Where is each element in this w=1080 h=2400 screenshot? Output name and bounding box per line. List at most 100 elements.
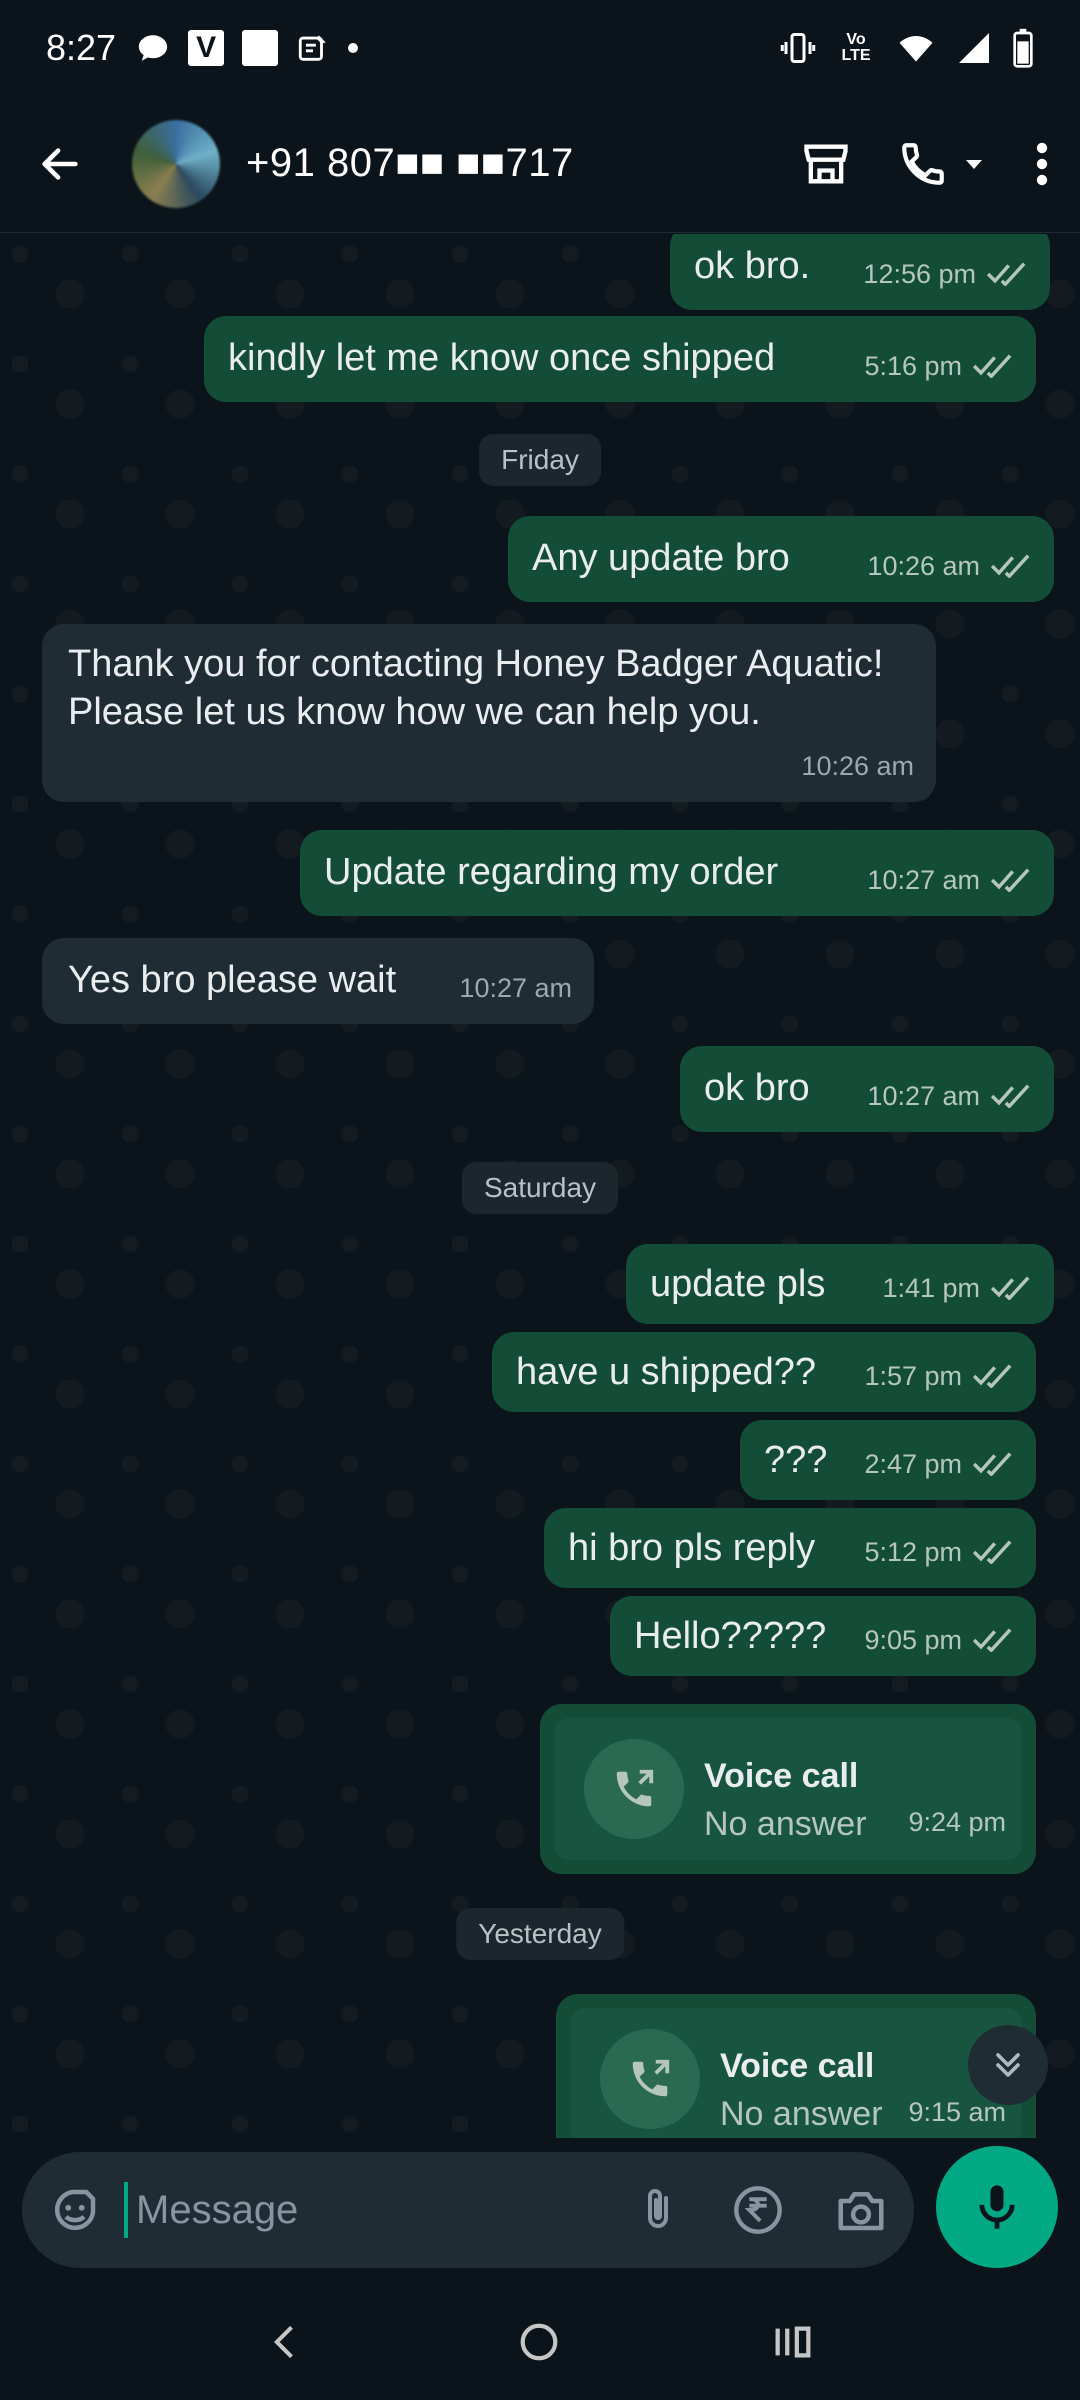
chat-notification-icon xyxy=(138,34,168,61)
message-bubble-outgoing[interactable]: Any update bro 10:26 am xyxy=(508,516,1054,602)
message-time: 10:27 am xyxy=(867,1081,980,1111)
message-time: 10:27 am xyxy=(459,973,572,1003)
message-text: update pls xyxy=(650,1263,826,1305)
message-text: ok bro xyxy=(704,1067,810,1109)
message-text: have u shipped?? xyxy=(516,1351,817,1393)
call-status: No answer xyxy=(704,1805,867,1843)
contact-avatar[interactable] xyxy=(132,119,220,208)
missed-outgoing-call-icon xyxy=(600,2029,700,2129)
header-actions xyxy=(800,138,1052,190)
nav-back-icon[interactable] xyxy=(264,2320,308,2364)
date-divider: Saturday xyxy=(461,1162,619,1214)
message-bubble-outgoing[interactable]: ok bro 10:27 am xyxy=(680,1046,1054,1132)
read-ticks-icon xyxy=(972,1452,1012,1476)
message-bubble-incoming[interactable]: Yes bro please wait 10:27 am xyxy=(42,938,594,1024)
nav-home-icon[interactable] xyxy=(516,2319,562,2365)
dropdown-caret-icon xyxy=(966,159,982,169)
message-time: 5:12 pm xyxy=(864,1537,962,1567)
message-time: 9:05 pm xyxy=(864,1625,962,1655)
rupee-payment-icon[interactable] xyxy=(732,2184,784,2236)
volte-icon: Vo LTE xyxy=(841,30,871,64)
call-bubble[interactable]: Voice call No answer 9:24 pm xyxy=(540,1704,1036,1874)
voice-call-button[interactable] xyxy=(898,139,986,189)
text-cursor xyxy=(124,2182,128,2238)
chat-header: +91 807■■ ■■717 xyxy=(0,95,1080,233)
contact-name[interactable]: +91 807■■ ■■717 xyxy=(246,141,574,186)
chat-area[interactable]: ok bro. 12:56 pm kindly let me know once… xyxy=(0,234,1080,2138)
more-notifications-dot xyxy=(348,42,359,53)
wifi-icon xyxy=(899,35,933,61)
read-ticks-icon xyxy=(972,1628,1012,1652)
composer-actions xyxy=(634,2183,888,2237)
message-bubble-outgoing[interactable]: update pls 1:41 pm xyxy=(626,1244,1054,1324)
message-text: Any update bro xyxy=(532,537,790,579)
message-time: 10:26 am xyxy=(867,551,980,581)
phone-icon xyxy=(902,142,944,185)
read-ticks-icon xyxy=(972,1540,1012,1564)
message-time: 10:26 am xyxy=(801,751,914,781)
vibrate-icon xyxy=(780,32,816,63)
double-chevron-down-icon xyxy=(996,2053,1020,2077)
microphone-icon xyxy=(979,2185,1015,2229)
message-text: Yes bro please wait xyxy=(68,959,397,1001)
message-time: 1:41 pm xyxy=(882,1273,980,1303)
sticker-emoji-icon[interactable] xyxy=(48,2183,102,2237)
read-ticks-icon xyxy=(990,1276,1030,1300)
nav-recents-icon[interactable] xyxy=(770,2319,816,2365)
message-bubble-outgoing[interactable]: kindly let me know once shipped 5:16 pm xyxy=(204,316,1036,402)
notification-icons: V xyxy=(136,29,359,66)
message-text: Thank you for contacting Honey Badger Aq… xyxy=(68,643,884,733)
message-bubble-incoming[interactable]: Thank you for contacting Honey Badger Aq… xyxy=(42,624,936,802)
message-composer xyxy=(22,2152,914,2268)
signal-icon xyxy=(959,32,989,63)
message-time: 5:16 pm xyxy=(864,351,962,381)
message-text: hi bro pls reply xyxy=(568,1527,816,1569)
call-bubble[interactable]: Voice call No answer 9:15 am xyxy=(556,1994,1036,2138)
voice-record-button[interactable] xyxy=(936,2146,1058,2268)
camera-icon[interactable] xyxy=(834,2183,888,2237)
call-status: No answer xyxy=(720,2095,883,2133)
message-text: ok bro. xyxy=(694,245,811,287)
v-app-icon: V xyxy=(188,29,225,66)
message-bubble-outgoing[interactable]: hi bro pls reply 5:12 pm xyxy=(544,1508,1036,1588)
message-time: 10:27 am xyxy=(867,865,980,895)
message-text: Update regarding my order xyxy=(324,851,779,893)
status-time: 8:27 xyxy=(46,26,117,68)
read-ticks-icon xyxy=(990,1084,1030,1108)
message-time: 12:56 pm xyxy=(863,259,976,289)
status-bar: 8:27 V Vo LTE xyxy=(0,0,1080,95)
message-bubble-outgoing[interactable]: Update regarding my order 10:27 am xyxy=(300,830,1054,916)
message-time: 1:57 pm xyxy=(864,1361,962,1391)
read-ticks-icon xyxy=(990,868,1030,892)
app-square-icon xyxy=(242,29,279,66)
battery-icon xyxy=(1013,28,1033,68)
message-text: ??? xyxy=(764,1439,828,1481)
message-text: Hello????? xyxy=(634,1615,827,1657)
call-title: Voice call xyxy=(704,1757,859,1795)
call-card: Voice call No answer 9:15 am xyxy=(570,2008,1022,2138)
message-bubble-outgoing[interactable]: ok bro. 12:56 pm xyxy=(670,234,1050,310)
arrow-left-icon xyxy=(42,147,78,180)
message-bubble-outgoing[interactable]: have u shipped?? 1:57 pm xyxy=(492,1332,1036,1412)
system-nav-bar xyxy=(0,2283,1080,2400)
message-bubble-outgoing[interactable]: ??? 2:47 pm xyxy=(740,1420,1036,1500)
back-button[interactable] xyxy=(28,132,92,196)
read-ticks-icon xyxy=(986,262,1026,286)
date-divider: Friday xyxy=(479,434,601,486)
message-bubble-outgoing[interactable]: Hello????? 9:05 pm xyxy=(610,1596,1036,1676)
scroll-to-bottom-button[interactable] xyxy=(968,2025,1048,2105)
message-time: 9:24 pm xyxy=(908,1807,1006,1837)
read-ticks-icon xyxy=(972,354,1012,378)
read-ticks-icon xyxy=(972,1364,1012,1388)
note-edit-icon xyxy=(298,34,326,61)
message-text: kindly let me know once shipped xyxy=(228,337,776,379)
read-ticks-icon xyxy=(990,554,1030,578)
more-options-icon[interactable] xyxy=(1032,140,1052,188)
call-card: Voice call No answer 9:24 pm xyxy=(554,1718,1022,1860)
attach-icon[interactable] xyxy=(634,2184,682,2236)
message-input[interactable] xyxy=(134,2186,558,2234)
missed-outgoing-call-icon xyxy=(584,1739,684,1839)
call-title: Voice call xyxy=(720,2047,875,2085)
date-divider: Yesterday xyxy=(456,1908,624,1960)
storefront-icon[interactable] xyxy=(800,138,852,190)
